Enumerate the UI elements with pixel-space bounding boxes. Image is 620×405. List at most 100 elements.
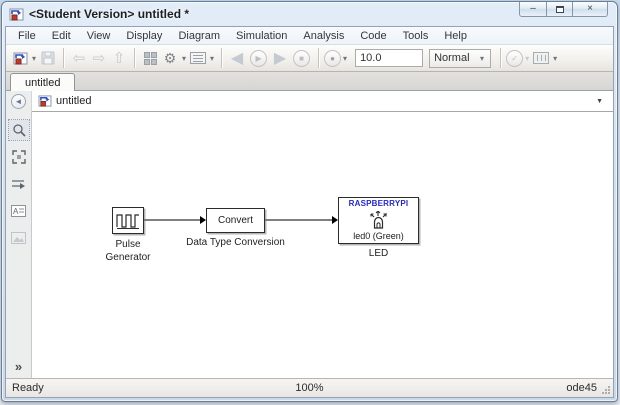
data-type-conversion-label[interactable]: Data Type Conversion [165, 237, 306, 250]
new-model-caret-icon[interactable]: ▾ [30, 54, 38, 63]
simulation-mode-value: Normal [434, 52, 470, 64]
menu-file[interactable]: File [10, 30, 44, 42]
fit-to-view-icon [11, 150, 26, 164]
breadcrumb-model-icon [38, 95, 52, 107]
forward-icon: ⇨ [92, 49, 106, 67]
led-block[interactable]: RASPBERRYPI led0 (Green) [338, 197, 419, 244]
menu-diagram[interactable]: Diagram [170, 30, 228, 42]
menu-simulation[interactable]: Simulation [228, 30, 295, 42]
build-button[interactable] [531, 47, 551, 69]
record-caret-icon[interactable]: ▾ [341, 54, 349, 63]
fit-to-view-button[interactable] [9, 147, 29, 167]
menu-display[interactable]: Display [118, 30, 170, 42]
up-to-parent-button[interactable]: ⇧ [109, 47, 129, 69]
model-canvas[interactable]: Pulse Generator Convert Data Type Conver… [32, 112, 613, 378]
image-annotation-button[interactable] [9, 228, 29, 248]
check-icon: ✓ [511, 53, 518, 63]
simulink-window: – × <Student Version> untitled * File Ed… [1, 1, 618, 402]
model-configuration-icon [190, 52, 207, 64]
convert-block-text: Convert [217, 215, 253, 226]
tab-untitled[interactable]: untitled [10, 73, 76, 91]
menu-help[interactable]: Help [436, 30, 475, 42]
up-icon: ⇧ [112, 49, 126, 67]
data-type-conversion-block[interactable]: Convert [206, 208, 265, 233]
led-icon [369, 210, 387, 229]
model-configuration-button[interactable] [188, 47, 208, 69]
palette-sidebar: A » [6, 112, 32, 378]
image-icon [11, 232, 26, 244]
stop-button[interactable]: ■ [293, 49, 311, 67]
toolbar-separator [318, 48, 320, 68]
back-icon: ⇦ [72, 49, 86, 67]
model-configuration-caret-icon[interactable]: ▾ [208, 54, 216, 63]
library-browser-icon [143, 51, 157, 65]
menu-analysis[interactable]: Analysis [295, 30, 352, 42]
menu-bar: File Edit View Display Diagram Simulatio… [6, 27, 613, 45]
forward-button[interactable]: ⇨ [89, 47, 109, 69]
step-forward-button[interactable]: ▶ [270, 47, 290, 69]
step-forward-icon: ▶ [273, 50, 287, 67]
build-icon [533, 52, 550, 64]
status-bar: Ready 100% ode45 [6, 378, 613, 397]
model-settings-caret-icon[interactable]: ▾ [180, 54, 188, 63]
back-button[interactable]: ⇦ [69, 47, 89, 69]
menu-view[interactable]: View [79, 30, 119, 42]
menu-code[interactable]: Code [352, 30, 394, 42]
pulse-waveform-icon [116, 214, 139, 229]
desktop-background: – × <Student Version> untitled * File Ed… [0, 0, 620, 405]
main-area: A » Pulse Generator Convert Data Type Co… [6, 112, 613, 378]
toolbar-separator [221, 48, 223, 68]
signal-lines-icon [12, 180, 25, 189]
toolbar: ▾ ⇦ ⇨ ⇧ ⚙ ▾ ▾ ◀ ▶ ▶ ■ ● ▾ 10.0 Normal ▾ … [6, 45, 613, 72]
save-icon [41, 51, 55, 65]
tab-label: untitled [25, 76, 61, 89]
title-bar: <Student Version> untitled * [2, 2, 617, 26]
chevrons-icon: » [14, 359, 23, 374]
breadcrumb-dropdown-icon[interactable]: ▼ [596, 98, 607, 105]
pulse-generator-block[interactable] [112, 207, 144, 234]
svg-text:A: A [13, 207, 19, 216]
toolbar-separator [63, 48, 65, 68]
record-icon: ● [330, 53, 335, 63]
pulse-generator-label[interactable]: Pulse Generator [83, 239, 173, 264]
model-advisor-button[interactable]: ✓ [506, 49, 524, 67]
annotation-button[interactable]: A [9, 201, 29, 221]
led-block-channel: led0 (Green) [353, 231, 404, 241]
new-model-icon [13, 52, 27, 64]
window-title: <Student Version> untitled * [29, 7, 190, 21]
status-zoom-level: 100% [295, 382, 324, 394]
gear-icon: ⚙ [163, 49, 177, 66]
play-icon: ▶ [255, 53, 262, 63]
model-advisor-caret-icon[interactable]: ▾ [523, 54, 531, 63]
step-back-button[interactable]: ◀ [227, 47, 247, 69]
browser-toggle-area: ◄ [6, 91, 32, 112]
zoom-tool-button[interactable] [7, 119, 30, 141]
step-back-icon: ◀ [230, 50, 244, 67]
simulink-model-icon [9, 8, 24, 20]
client-area: File Edit View Display Diagram Simulatio… [5, 26, 614, 398]
nav-left-icon: ◄ [14, 97, 23, 106]
stop-icon: ■ [299, 53, 304, 63]
led-label[interactable]: LED [338, 248, 419, 261]
simulation-stop-time-input[interactable] [355, 49, 424, 67]
breadcrumb[interactable]: untitled ▼ [32, 91, 613, 112]
signal-routing-button[interactable] [9, 174, 29, 194]
toolbar-separator [134, 48, 136, 68]
record-button[interactable]: ● [324, 49, 342, 67]
save-button[interactable] [38, 47, 58, 69]
breadcrumb-model-name: untitled [56, 95, 92, 107]
menu-tools[interactable]: Tools [395, 30, 437, 42]
breadcrumb-row: ◄ untitled ▼ [6, 91, 613, 112]
build-caret-icon[interactable]: ▾ [551, 54, 559, 63]
toolbar-separator [500, 48, 502, 68]
new-model-button[interactable] [10, 47, 30, 69]
led-block-header: RASPBERRYPI [348, 199, 409, 208]
simulation-mode-select[interactable]: Normal ▾ [429, 48, 492, 68]
hide-model-browser-button[interactable]: ◄ [11, 94, 26, 109]
model-settings-button[interactable]: ⚙ [160, 47, 180, 69]
run-button[interactable]: ▶ [250, 49, 268, 67]
palette-expand-button[interactable]: » [15, 359, 22, 374]
library-browser-button[interactable] [140, 47, 160, 69]
menu-edit[interactable]: Edit [44, 30, 79, 42]
resize-grip[interactable] [601, 385, 611, 395]
